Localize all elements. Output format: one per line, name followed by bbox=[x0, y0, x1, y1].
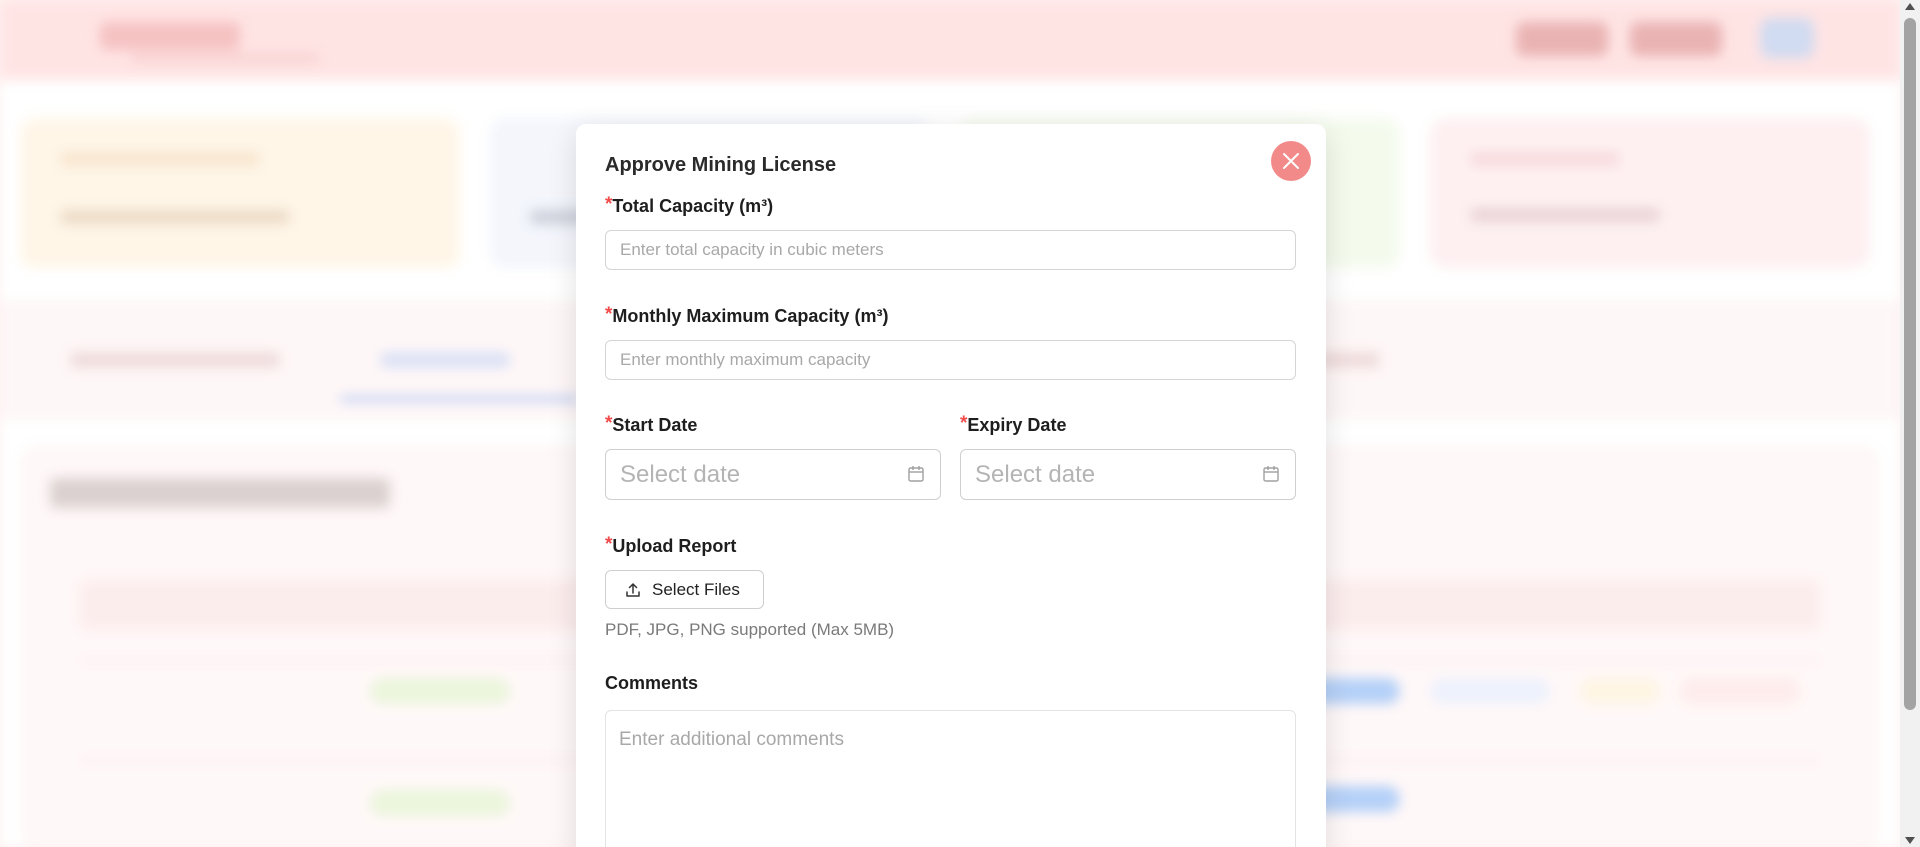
select-files-button[interactable]: Select Files bbox=[605, 570, 764, 609]
expiry-date-label: *Expiry Date bbox=[960, 413, 1067, 435]
start-date-label: *Start Date bbox=[605, 413, 698, 435]
start-date-picker[interactable] bbox=[605, 449, 941, 500]
calendar-icon bbox=[908, 466, 924, 482]
modal-title: Approve Mining License bbox=[605, 154, 837, 176]
close-button[interactable] bbox=[1271, 141, 1311, 181]
monthly-capacity-label: *Monthly Maximum Capacity (m³) bbox=[605, 304, 889, 326]
select-files-label: Select Files bbox=[652, 580, 740, 599]
calendar-icon bbox=[1263, 466, 1279, 482]
comments-label: Comments bbox=[605, 673, 699, 693]
monthly-capacity-input[interactable] bbox=[605, 340, 1296, 380]
approve-license-modal: Approve Mining License *Total Capacity (… bbox=[576, 124, 1326, 847]
page-scrollbar[interactable] bbox=[1900, 0, 1920, 847]
upload-icon bbox=[626, 583, 640, 597]
scroll-down-arrow-icon[interactable] bbox=[1905, 837, 1915, 844]
expiry-date-picker[interactable] bbox=[960, 449, 1296, 500]
scroll-up-arrow-icon[interactable] bbox=[1905, 3, 1915, 10]
total-capacity-label: *Total Capacity (m³) bbox=[605, 194, 774, 216]
scrollbar-thumb[interactable] bbox=[1904, 18, 1916, 710]
upload-hint: PDF, JPG, PNG supported (Max 5MB) bbox=[605, 620, 895, 639]
expiry-date-input[interactable] bbox=[975, 450, 1245, 499]
close-icon bbox=[1283, 153, 1299, 169]
upload-report-label: *Upload Report bbox=[605, 534, 737, 556]
comments-textarea[interactable] bbox=[605, 710, 1296, 847]
total-capacity-input[interactable] bbox=[605, 230, 1296, 270]
start-date-input[interactable] bbox=[620, 450, 890, 499]
